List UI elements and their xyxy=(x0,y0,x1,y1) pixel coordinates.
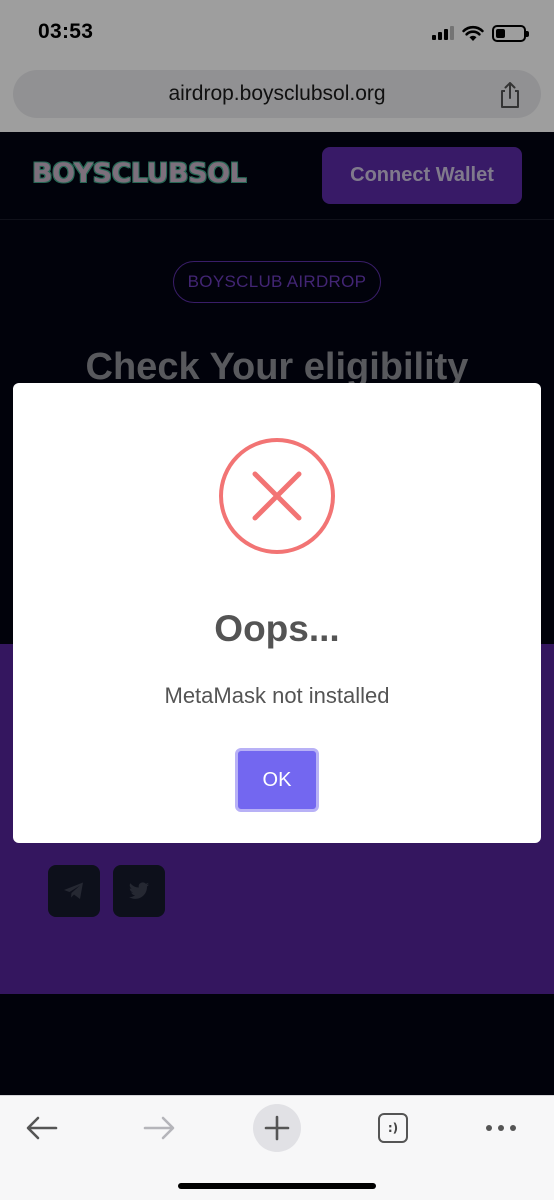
plus-icon xyxy=(264,1115,290,1141)
tabs-button[interactable]: :) xyxy=(365,1106,421,1150)
dialog-title: Oops... xyxy=(214,608,340,649)
tabs-icon: :) xyxy=(378,1113,408,1143)
more-icon xyxy=(486,1125,516,1131)
ok-button[interactable]: OK xyxy=(235,748,319,812)
home-indicator[interactable] xyxy=(178,1183,376,1189)
forward-button[interactable] xyxy=(131,1106,187,1150)
more-button[interactable] xyxy=(473,1106,529,1150)
dialog-message: MetaMask not installed xyxy=(164,683,390,708)
back-button[interactable] xyxy=(14,1106,70,1150)
forward-arrow-icon xyxy=(143,1116,175,1140)
back-arrow-icon xyxy=(26,1116,58,1140)
browser-toolbar: :) xyxy=(0,1095,554,1200)
error-alert-dialog: Oops... MetaMask not installed OK xyxy=(13,383,541,843)
error-x-icon xyxy=(219,438,335,554)
new-tab-button[interactable] xyxy=(248,1104,306,1152)
